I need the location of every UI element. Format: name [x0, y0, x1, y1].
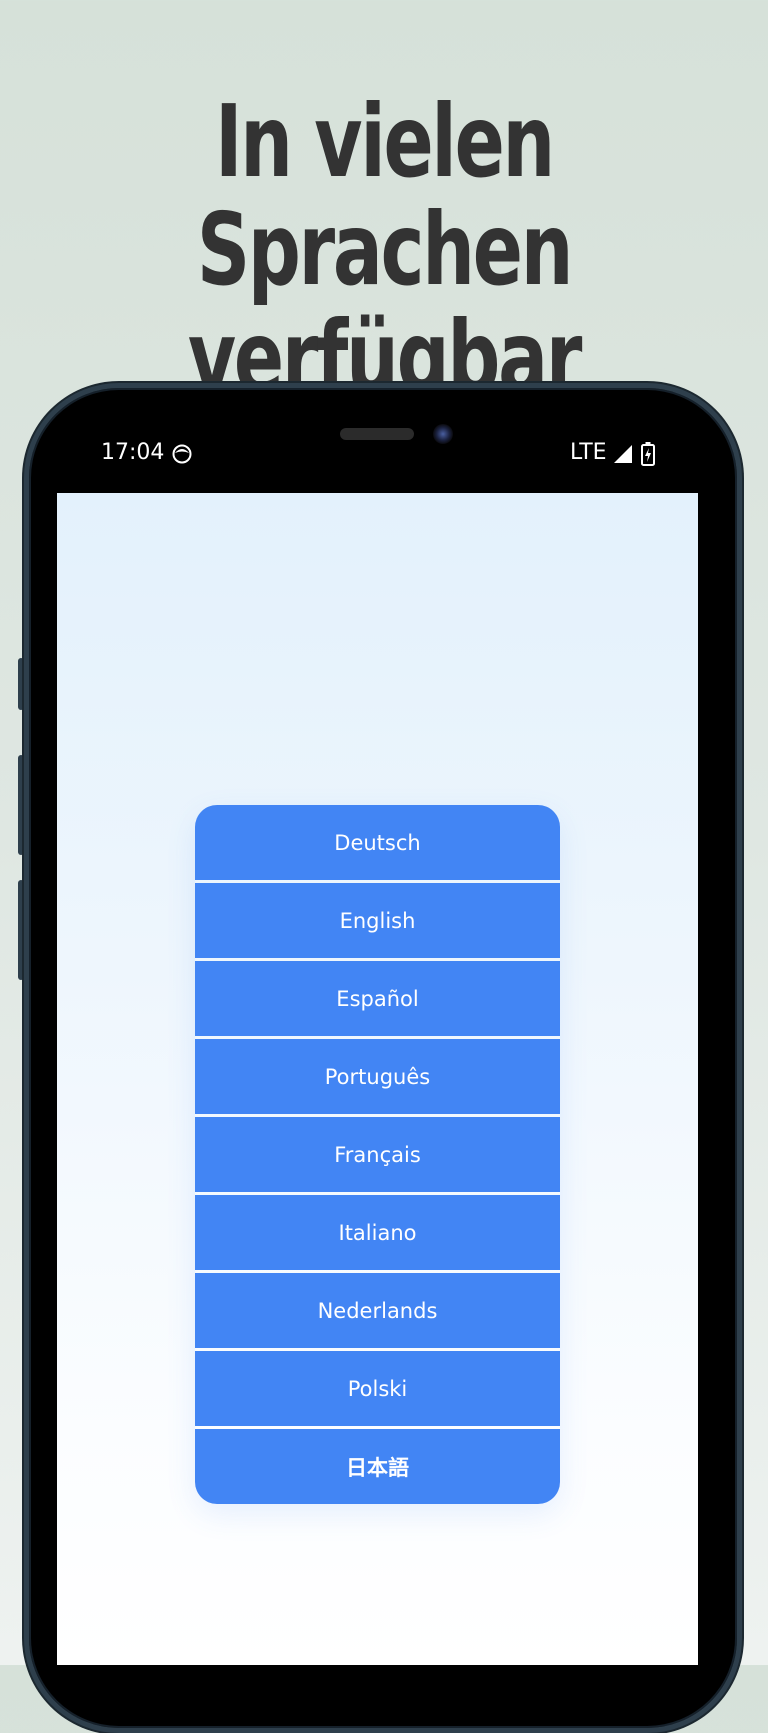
front-camera-icon [433, 424, 453, 444]
language-button-portugues[interactable]: Português [195, 1039, 560, 1114]
battery-charging-icon [641, 442, 655, 466]
language-button-italiano[interactable]: Italiano [195, 1195, 560, 1270]
language-list: Deutsch English Español Português França… [195, 805, 560, 1504]
language-button-francais[interactable]: Français [195, 1117, 560, 1192]
face-icon [172, 444, 192, 464]
status-time: 17:04 [101, 440, 165, 465]
signal-icon [614, 445, 632, 463]
language-button-polski[interactable]: Polski [195, 1351, 560, 1426]
language-button-japanese[interactable]: 日本語 [195, 1429, 560, 1504]
language-button-espanol[interactable]: Español [195, 961, 560, 1036]
headline-line-1: In vielen Sprachen [196, 83, 574, 308]
language-button-deutsch[interactable]: Deutsch [195, 805, 560, 880]
phone-speaker [340, 428, 414, 440]
status-network: LTE [570, 440, 607, 465]
language-button-english[interactable]: English [195, 883, 560, 958]
headline: In vielen Sprachen verfügbar [100, 88, 668, 412]
language-button-nederlands[interactable]: Nederlands [195, 1273, 560, 1348]
